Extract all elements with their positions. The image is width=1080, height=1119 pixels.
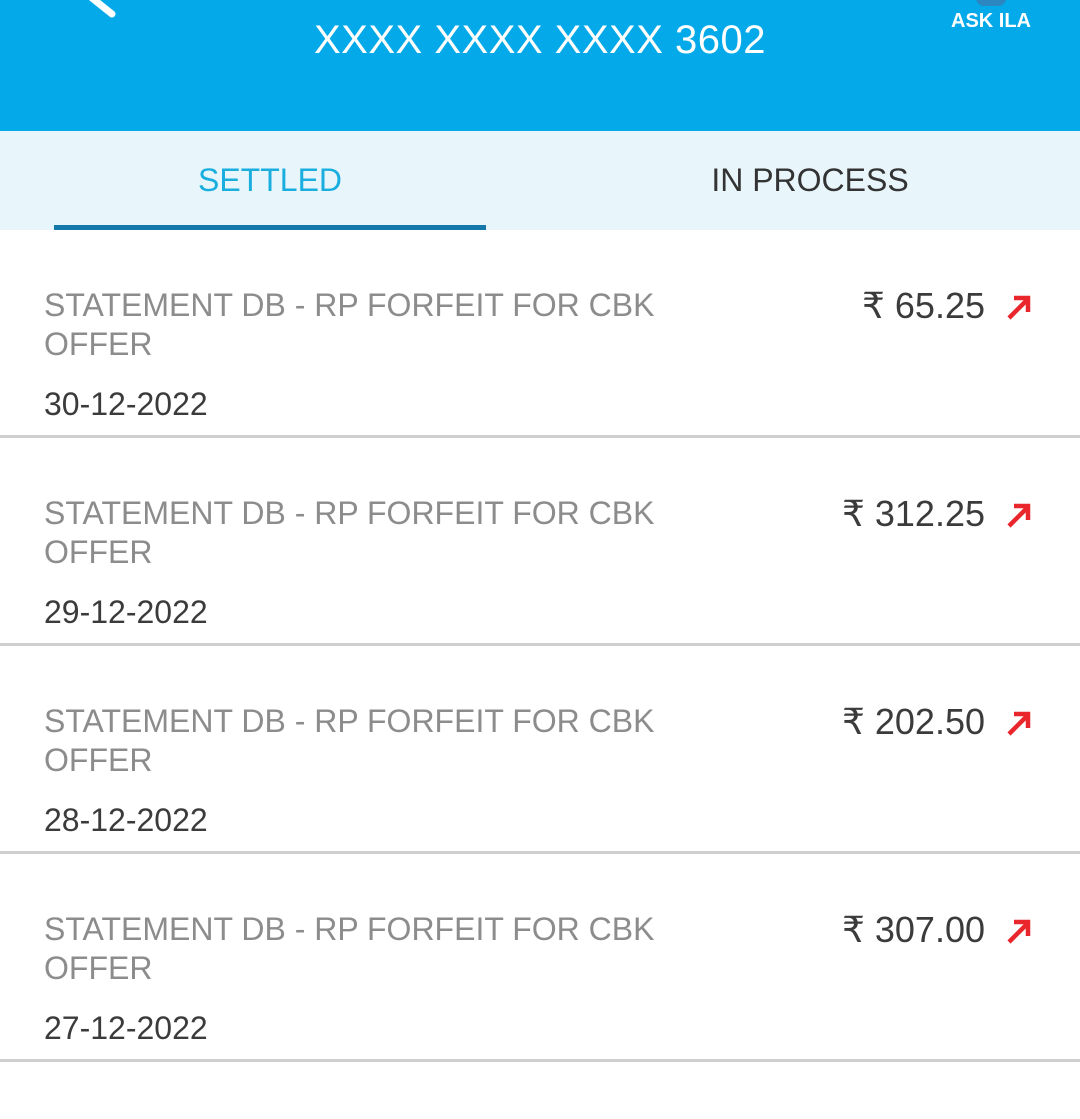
transaction-date: 28-12-2022 bbox=[44, 802, 208, 838]
debit-arrow-icon bbox=[1007, 919, 1031, 944]
transaction-amount: ₹ 312.25 bbox=[841, 493, 985, 534]
debit-arrow-icon bbox=[1007, 295, 1031, 320]
ask-ila-button[interactable]: ASK ILA bbox=[946, 0, 1036, 40]
back-button[interactable] bbox=[70, 0, 130, 20]
transaction-list: STATEMENT DB - RP FORFEIT FOR CBK OFFER … bbox=[0, 230, 1080, 1062]
transaction-amount: ₹ 202.50 bbox=[841, 701, 985, 742]
card-number-title: XXXX XXXX XXXX 3602 bbox=[314, 18, 766, 62]
transaction-description: STATEMENT DB - RP FORFEIT FOR CBK OFFER bbox=[44, 287, 655, 362]
transaction-row[interactable]: STATEMENT DB - RP FORFEIT FOR CBK OFFER … bbox=[0, 438, 1080, 646]
transaction-row[interactable]: STATEMENT DB - RP FORFEIT FOR CBK OFFER … bbox=[0, 646, 1080, 854]
tab-settled[interactable]: SETTLED bbox=[0, 131, 540, 230]
tab-bar: SETTLED IN PROCESS bbox=[0, 131, 1080, 230]
transaction-row[interactable]: STATEMENT DB - RP FORFEIT FOR CBK OFFER … bbox=[0, 854, 1080, 1062]
tab-in-process[interactable]: IN PROCESS bbox=[540, 131, 1080, 230]
back-arrow-icon bbox=[89, 0, 116, 18]
transaction-date: 29-12-2022 bbox=[44, 594, 208, 630]
app-header: XXXX XXXX XXXX 3602 ASK ILA bbox=[0, 0, 1080, 131]
transaction-amount: ₹ 307.00 bbox=[841, 909, 985, 950]
transaction-description: STATEMENT DB - RP FORFEIT FOR CBK OFFER bbox=[44, 911, 655, 986]
ila-assistant-icon bbox=[976, 0, 1006, 6]
transaction-date: 30-12-2022 bbox=[44, 386, 208, 422]
transaction-description: STATEMENT DB - RP FORFEIT FOR CBK OFFER bbox=[44, 703, 655, 778]
transaction-amount: ₹ 65.25 bbox=[862, 285, 985, 326]
transaction-date: 27-12-2022 bbox=[44, 1010, 208, 1046]
transaction-description: STATEMENT DB - RP FORFEIT FOR CBK OFFER bbox=[44, 495, 655, 570]
debit-arrow-icon bbox=[1007, 503, 1031, 528]
debit-arrow-icon bbox=[1007, 711, 1031, 736]
ask-ila-label: ASK ILA bbox=[951, 10, 1031, 32]
transaction-row[interactable]: STATEMENT DB - RP FORFEIT FOR CBK OFFER … bbox=[0, 230, 1080, 438]
